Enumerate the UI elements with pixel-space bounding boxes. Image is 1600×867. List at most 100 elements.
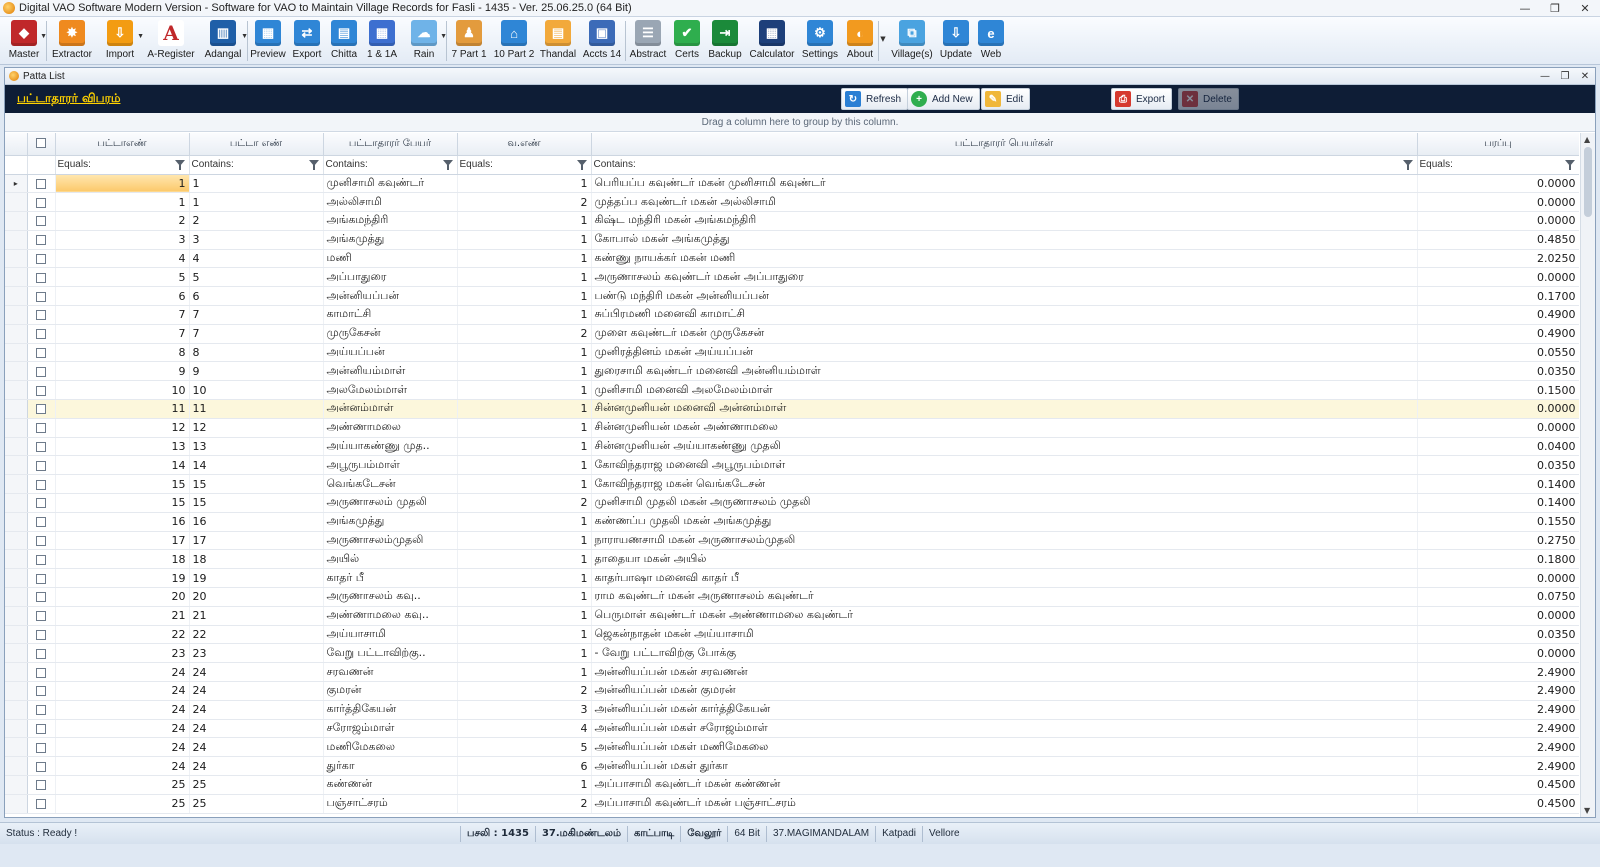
ribbon-villages-button[interactable]: ⧉ Village(s) <box>887 17 937 64</box>
row-checkbox[interactable] <box>36 385 46 396</box>
ribbon-import-button[interactable]: ⇩ Import ▼ <box>97 17 144 64</box>
table-row[interactable]: 15 15 அருணாசலம் முதலி 2 முனிசாமி முதலி மகன் … <box>5 493 1579 513</box>
minimize-button[interactable]: — <box>1510 2 1540 15</box>
cell-holder-name[interactable]: அருணாசலம்முதலி <box>323 531 458 551</box>
cell-patta-en[interactable]: 4 <box>189 249 324 269</box>
cell-area[interactable]: 0.0350 <box>1417 361 1579 382</box>
filter-serial-no[interactable]: Equals: <box>457 155 592 175</box>
cell-patta-no[interactable]: 22 <box>55 625 190 645</box>
cell-holder-name[interactable]: சரவணன் <box>323 662 458 683</box>
table-row[interactable]: 8 8 அய்யப்பன் 1 முனிரத்தினம் மகன் அய்யப்பன் 0… <box>5 343 1579 363</box>
filter-patta-no[interactable]: Equals: <box>55 155 190 175</box>
cell-holder-names[interactable]: கோவிந்தராஜ மகன் வெங்கடேசன் <box>591 474 1418 495</box>
row-checkbox[interactable] <box>36 329 46 340</box>
cell-holder-name[interactable]: அருணாசலம் முதலி <box>323 493 458 513</box>
filter-holder-names[interactable]: Contains: <box>591 155 1418 175</box>
cell-serial-no[interactable]: 1 <box>457 211 592 231</box>
cell-area[interactable]: 2.4900 <box>1417 681 1579 701</box>
cell-holder-name[interactable]: முனிசாமி கவுண்டர் <box>323 174 458 194</box>
cell-patta-en[interactable]: 22 <box>189 625 324 645</box>
cell-area[interactable]: 0.0350 <box>1417 625 1579 645</box>
table-row[interactable]: 16 16 அங்கமுத்து 1 கண்ணப்ப முதலி மகன் அங்கமு… <box>5 512 1579 532</box>
cell-holder-names[interactable]: அன்னியப்பன் மகன் சரவணன் <box>591 662 1418 683</box>
cell-patta-en[interactable]: 15 <box>189 474 324 495</box>
row-checkbox[interactable] <box>36 742 46 753</box>
table-row[interactable]: 2 2 அங்கமந்திரி 1 கிஷ்ட மந்திரி மகன் அங்கமந்… <box>5 211 1579 231</box>
cell-patta-no[interactable]: 24 <box>55 681 190 701</box>
ribbon-backup-button[interactable]: ⇥ Backup <box>704 17 746 64</box>
row-checkbox-cell[interactable] <box>27 493 56 513</box>
cell-area[interactable]: 0.4500 <box>1417 775 1579 795</box>
cell-patta-no[interactable]: 4 <box>55 249 190 269</box>
cell-holder-names[interactable]: அன்னியப்பன் மகள் துர்கா <box>591 756 1418 776</box>
cell-patta-en[interactable]: 17 <box>189 531 324 551</box>
cell-area[interactable]: 0.0000 <box>1417 418 1579 438</box>
cell-area[interactable]: 0.4500 <box>1417 794 1579 814</box>
cell-area[interactable]: 0.0550 <box>1417 343 1579 363</box>
cell-patta-en[interactable]: 5 <box>189 267 324 288</box>
edit-button[interactable]: ✎ Edit <box>981 88 1031 110</box>
cell-holder-name[interactable]: அப்பாதுரை <box>323 267 458 288</box>
filter-icon[interactable] <box>174 159 185 170</box>
cell-patta-en[interactable]: 14 <box>189 455 324 476</box>
cell-patta-no[interactable]: 15 <box>55 474 190 495</box>
row-checkbox[interactable] <box>36 498 46 509</box>
dropdown-arrow-icon[interactable]: ▼ <box>241 33 248 40</box>
cell-holder-name[interactable]: வெங்கடேசன் <box>323 474 458 495</box>
row-checkbox-cell[interactable] <box>27 643 56 664</box>
table-row[interactable]: 21 21 அண்ணாமலை கவு.. 1 பெருமாள் கவுண்டர் மகன… <box>5 606 1579 626</box>
cell-patta-en[interactable]: 24 <box>189 737 324 758</box>
cell-area[interactable]: 2.4900 <box>1417 737 1579 758</box>
table-row[interactable]: 9 9 அன்னியம்மாள் 1 துரைசாமி கவுண்டர் மனைவி அ… <box>5 361 1579 382</box>
row-checkbox[interactable] <box>36 761 46 772</box>
filter-patta-en[interactable]: Contains: <box>189 155 324 175</box>
ribbon-seven-part-1-button[interactable]: ♟ 7 Part 1 <box>447 17 491 64</box>
row-checkbox-cell[interactable] <box>27 737 56 758</box>
cell-holder-names[interactable]: முத்தப்ப கவுண்டர் மகன் அல்லிசாமி <box>591 192 1418 213</box>
cell-serial-no[interactable]: 1 <box>457 286 592 307</box>
table-row[interactable]: 18 18 அயில் 1 தாதையா மகன் அயில் 0.1800 <box>5 549 1579 570</box>
row-checkbox[interactable] <box>36 479 46 490</box>
select-all-header[interactable] <box>27 133 56 156</box>
cell-patta-en[interactable]: 23 <box>189 643 324 664</box>
cell-serial-no[interactable]: 2 <box>457 192 592 213</box>
row-checkbox[interactable] <box>36 366 46 377</box>
cell-patta-en[interactable]: 1 <box>189 174 324 194</box>
ribbon-extractor-button[interactable]: ✸ Extractor <box>47 17 97 64</box>
table-row[interactable]: 3 3 அங்கமுத்து 1 கோபால் மகன் அங்கமுத்து 0.485… <box>5 230 1579 250</box>
cell-area[interactable]: 0.1700 <box>1417 286 1579 307</box>
row-checkbox[interactable] <box>36 724 46 734</box>
cell-holder-name[interactable]: அபூருபம்மாள் <box>323 455 458 476</box>
cell-serial-no[interactable]: 1 <box>457 399 592 419</box>
cell-holder-name[interactable]: அங்கமுத்து <box>323 512 458 532</box>
cell-holder-names[interactable]: காதர்பாஷா மனைவி காதர் பீ <box>591 568 1418 589</box>
filter-icon[interactable] <box>308 159 319 170</box>
cell-patta-en[interactable]: 8 <box>189 343 324 363</box>
filter-icon[interactable] <box>1402 159 1413 170</box>
filter-icon[interactable] <box>1564 159 1575 170</box>
row-checkbox-cell[interactable] <box>27 324 56 344</box>
row-checkbox-cell[interactable] <box>27 380 56 401</box>
table-row[interactable]: 4 4 மணி 1 கண்ணு நாயக்கர் மகன் மணி 2.0250 <box>5 249 1579 269</box>
cell-area[interactable]: 2.0250 <box>1417 249 1579 269</box>
cell-holder-name[interactable]: அய்யாகண்ணு முத.. <box>323 437 458 457</box>
cell-area[interactable]: 0.4850 <box>1417 230 1579 250</box>
cell-area[interactable]: 0.0000 <box>1417 267 1579 288</box>
ribbon-web-button[interactable]: e Web <box>975 17 1007 64</box>
cell-patta-en[interactable]: 9 <box>189 361 324 382</box>
cell-holder-name[interactable]: அய்யப்பன் <box>323 343 458 363</box>
cell-patta-en[interactable]: 12 <box>189 418 324 438</box>
col-header-area[interactable]: பரப்பு <box>1417 133 1579 156</box>
col-header-holder-names[interactable]: பட்டாதாரர் பெயர்கள் <box>591 133 1418 156</box>
cell-holder-name[interactable]: அல்லிசாமி <box>323 192 458 213</box>
cell-serial-no[interactable]: 2 <box>457 493 592 513</box>
cell-patta-no[interactable]: 24 <box>55 719 190 739</box>
table-row[interactable]: 23 23 வேறு பட்டாவிற்கு.. 1- வேறு பட்டாவிற்க… <box>5 643 1579 664</box>
cell-holder-names[interactable]: முனிசாமி மனைவி அலமேலம்மாள் <box>591 380 1418 401</box>
add-new-button[interactable]: + Add New <box>907 88 980 110</box>
cell-holder-names[interactable]: கிஷ்ட மந்திரி மகன் அங்கமந்திரி <box>591 211 1418 231</box>
cell-holder-name[interactable]: அலமேலம்மாள் <box>323 380 458 401</box>
cell-patta-no[interactable]: 1 <box>55 192 190 213</box>
table-row[interactable]: ▸ 1 1 முனிசாமி கவுண்டர் 1 பெரியப்ப கவுண்டர் ம… <box>5 174 1579 194</box>
cell-area[interactable]: 0.0400 <box>1417 437 1579 457</box>
